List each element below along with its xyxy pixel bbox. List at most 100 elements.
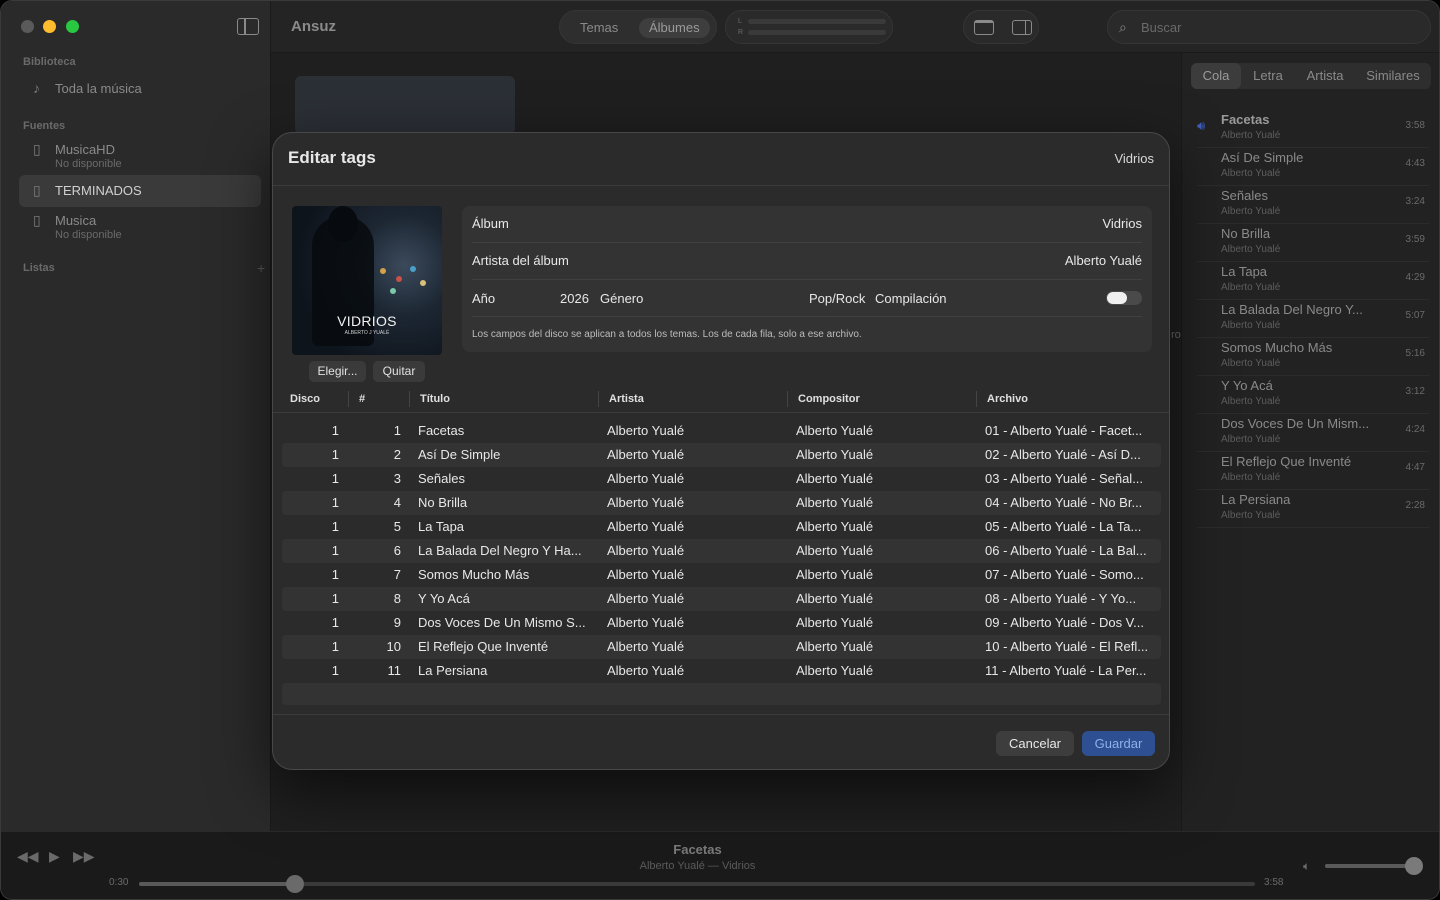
cell-composer[interactable]: Alberto Yualé (796, 639, 873, 654)
compilation-toggle[interactable] (1106, 291, 1142, 305)
cancel-button[interactable]: Cancelar (996, 731, 1074, 756)
tab-similares[interactable]: Similares (1357, 63, 1429, 89)
cell-file[interactable]: 01 - Alberto Yualé - Facet... (985, 423, 1142, 438)
cell-title[interactable]: Somos Mucho Más (418, 567, 529, 582)
cell-composer[interactable]: Alberto Yualé (796, 567, 873, 582)
queue-item[interactable]: Dos Voces De Un Mism... Alberto Yualé 4:24 (1197, 414, 1429, 452)
cell-composer[interactable]: Alberto Yualé (796, 663, 873, 678)
tab-cola[interactable]: Cola (1191, 63, 1241, 89)
cell-composer[interactable]: Alberto Yualé (796, 615, 873, 630)
progress-knob[interactable] (286, 875, 305, 893)
queue-item[interactable]: La Balada Del Negro Y... Alberto Yualé 5:0… (1197, 300, 1429, 338)
queue-item[interactable]: Somos Mucho Más Alberto Yualé 5:16 (1197, 338, 1429, 376)
cell-artist[interactable]: Alberto Yualé (607, 519, 684, 534)
close-window-button[interactable] (21, 20, 34, 33)
queue-item[interactable]: Y Yo Acá Alberto Yualé 3:12 (1197, 376, 1429, 414)
album-artist-field-row[interactable]: Artista del álbum Alberto Yualé (472, 243, 1142, 280)
tab-letra[interactable]: Letra (1243, 63, 1293, 89)
minimize-window-button[interactable] (43, 20, 56, 33)
sidebar-source-musica[interactable]: ▯ Musica No disponible (19, 209, 261, 245)
cell-composer[interactable]: Alberto Yualé (796, 471, 873, 486)
choose-cover-button[interactable]: Elegir... (309, 361, 366, 382)
cell-artist[interactable]: Alberto Yualé (607, 639, 684, 654)
queue-item[interactable]: La Persiana Alberto Yualé 2:28 (1197, 490, 1429, 528)
queue-item[interactable]: No Brilla Alberto Yualé 3:59 (1197, 224, 1429, 262)
cell-composer[interactable]: Alberto Yualé (796, 447, 873, 462)
column-header-title[interactable]: Título (420, 393, 450, 405)
cell-composer[interactable]: Alberto Yualé (796, 423, 873, 438)
cell-title[interactable]: El Reflejo Que Inventé (418, 639, 548, 654)
cell-file[interactable]: 06 - Alberto Yualé - La Bal... (985, 543, 1147, 558)
cell-title[interactable]: Y Yo Acá (418, 591, 470, 606)
column-header-composer[interactable]: Compositor (798, 393, 860, 405)
cell-file[interactable]: 02 - Alberto Yualé - Así D... (985, 447, 1141, 462)
volume-slider[interactable] (1325, 857, 1424, 875)
table-row[interactable]: 1 7 Somos Mucho Más Alberto Yualé Alberto Yu… (282, 563, 1161, 587)
column-header-file[interactable]: Archivo (987, 393, 1028, 405)
queue-item[interactable]: El Reflejo Que Inventé Alberto Yualé 4:47 (1197, 452, 1429, 490)
queue-item[interactable]: Señales Alberto Yualé 3:24 (1197, 186, 1429, 224)
table-row[interactable]: 1 11 La Persiana Alberto Yualé Alberto Yualé… (282, 659, 1161, 683)
cell-title[interactable]: Dos Voces De Un Mismo S... (418, 615, 586, 630)
cell-file[interactable]: 05 - Alberto Yualé - La Ta... (985, 519, 1141, 534)
inspector-toggle-icon[interactable] (1012, 20, 1032, 35)
tab-temas[interactable]: Temas (570, 18, 628, 38)
genre-input[interactable]: Pop/Rock (809, 291, 865, 306)
add-folder-icon[interactable] (974, 20, 994, 35)
table-row[interactable]: 1 6 La Balada Del Negro Y Ha... Alberto Yua… (282, 539, 1161, 563)
table-row[interactable]: 1 10 El Reflejo Que Inventé Alberto Yualé Al… (282, 635, 1161, 659)
cell-file[interactable]: 10 - Alberto Yualé - El Refl... (985, 639, 1148, 654)
sidebar-source-musicahd[interactable]: ▯ MusicaHD No disponible (19, 137, 261, 173)
table-row[interactable]: 1 1 Facetas Alberto Yualé Alberto Yualé 01 - … (282, 419, 1161, 443)
cell-file[interactable]: 03 - Alberto Yualé - Señal... (985, 471, 1143, 486)
queue-item[interactable]: La Tapa Alberto Yualé 4:29 (1197, 262, 1429, 300)
album-input[interactable]: Vidrios (1102, 216, 1142, 231)
remove-cover-button[interactable]: Quitar (373, 361, 425, 382)
cell-artist[interactable]: Alberto Yualé (607, 447, 684, 462)
column-header-artist[interactable]: Artista (609, 393, 644, 405)
sidebar-toggle-icon[interactable] (237, 18, 259, 35)
table-row[interactable]: 1 5 La Tapa Alberto Yualé Alberto Yualé 05 - … (282, 515, 1161, 539)
cell-composer[interactable]: Alberto Yualé (796, 519, 873, 534)
cell-artist[interactable]: Alberto Yualé (607, 495, 684, 510)
cell-artist[interactable]: Alberto Yualé (607, 471, 684, 486)
album-artist-input[interactable]: Alberto Yualé (1065, 253, 1142, 268)
cell-artist[interactable]: Alberto Yualé (607, 423, 684, 438)
cell-composer[interactable]: Alberto Yualé (796, 591, 873, 606)
cell-title[interactable]: La Persiana (418, 663, 487, 678)
column-header-number[interactable]: # (359, 393, 365, 405)
cell-title[interactable]: Así De Simple (418, 447, 500, 462)
progress-slider[interactable] (139, 875, 1255, 893)
volume-knob[interactable] (1405, 857, 1424, 875)
cell-file[interactable]: 09 - Alberto Yualé - Dos V... (985, 615, 1144, 630)
cell-title[interactable]: No Brilla (418, 495, 467, 510)
cell-composer[interactable]: Alberto Yualé (796, 543, 873, 558)
cell-artist[interactable]: Alberto Yualé (607, 615, 684, 630)
cell-title[interactable]: La Tapa (418, 519, 464, 534)
table-row[interactable]: 1 3 Señales Alberto Yualé Alberto Yualé 03 - … (282, 467, 1161, 491)
table-row[interactable]: 1 4 No Brilla Alberto Yualé Alberto Yualé 04 … (282, 491, 1161, 515)
table-row[interactable]: 1 8 Y Yo Acá Alberto Yualé Alberto Yualé 08 -… (282, 587, 1161, 611)
column-header-disc[interactable]: Disco (290, 393, 320, 405)
search-field[interactable]: ⌕ Buscar (1107, 10, 1431, 44)
cell-file[interactable]: 11 - Alberto Yualé - La Per... (985, 663, 1146, 678)
year-input[interactable]: 2026 (560, 291, 589, 306)
queue-item[interactable]: Así De Simple Alberto Yualé 4:43 (1197, 148, 1429, 186)
tab-albumes[interactable]: Álbumes (639, 18, 710, 38)
tab-artista[interactable]: Artista (1295, 63, 1355, 89)
sidebar-item-all-music[interactable]: ♪ Toda la música (19, 77, 261, 101)
cell-artist[interactable]: Alberto Yualé (607, 567, 684, 582)
cell-artist[interactable]: Alberto Yualé (607, 543, 684, 558)
cell-artist[interactable]: Alberto Yualé (607, 591, 684, 606)
cell-composer[interactable]: Alberto Yualé (796, 495, 873, 510)
cell-title[interactable]: Facetas (418, 423, 464, 438)
cell-title[interactable]: La Balada Del Negro Y Ha... (418, 543, 582, 558)
add-list-button[interactable]: + (257, 260, 265, 276)
album-field-row[interactable]: Álbum Vidrios (472, 206, 1142, 243)
cell-file[interactable]: 04 - Alberto Yualé - No Br... (985, 495, 1142, 510)
maximize-window-button[interactable] (66, 20, 79, 33)
table-row[interactable]: 1 2 Así De Simple Alberto Yualé Alberto Yual… (282, 443, 1161, 467)
sidebar-source-terminados[interactable]: ▯ TERMINADOS (19, 175, 261, 207)
cell-artist[interactable]: Alberto Yualé (607, 663, 684, 678)
cell-file[interactable]: 07 - Alberto Yualé - Somo... (985, 567, 1144, 582)
